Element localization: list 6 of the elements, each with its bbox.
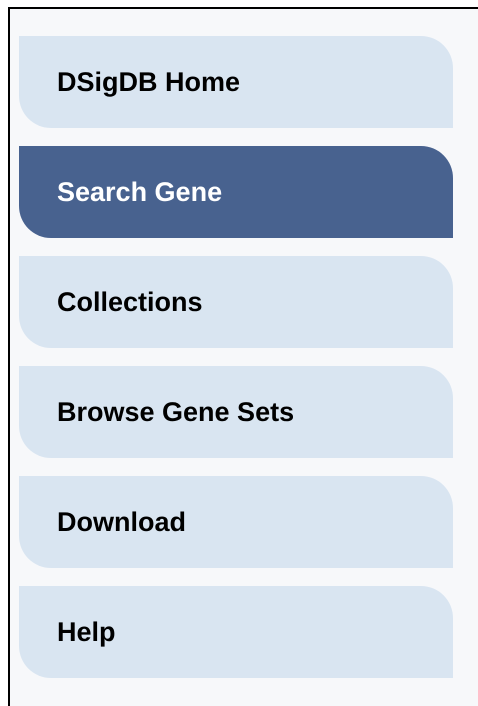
nav-item[interactable]: Collections [19, 256, 453, 348]
nav-item[interactable]: Search Gene [19, 146, 453, 238]
nav-item[interactable]: Browse Gene Sets [19, 366, 453, 458]
nav-item[interactable]: Download [19, 476, 453, 568]
nav-item[interactable]: Help [19, 586, 453, 678]
nav-item[interactable]: DSigDB Home [19, 36, 453, 128]
